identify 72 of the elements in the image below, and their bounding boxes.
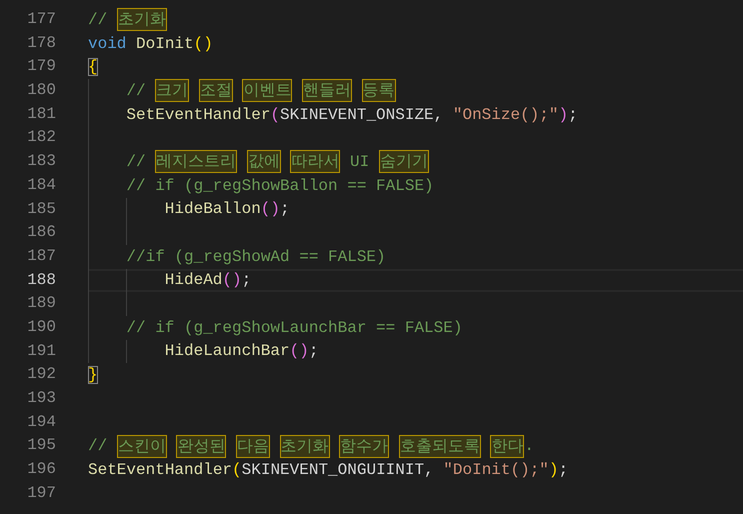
line-number: 192 <box>26 364 56 386</box>
code-text: ; <box>308 342 318 360</box>
bracket: () <box>290 342 309 360</box>
bracket: ( <box>270 106 280 124</box>
bracket: () <box>260 200 280 218</box>
line-number: 177 <box>26 9 56 30</box>
line-number: 178 <box>26 32 56 54</box>
line-number: 187 <box>26 246 56 267</box>
bracket: () <box>222 271 242 290</box>
comment-text: // <box>126 152 147 171</box>
highlighted-word: 함수가 <box>339 434 390 458</box>
comment-text: // <box>88 437 108 456</box>
line-number: 191 <box>26 340 56 362</box>
highlighted-word: 초기화 <box>280 434 330 458</box>
highlighted-word: 등록 <box>362 79 396 102</box>
comment-text: // if (g_regShowBallon == FALSE) <box>126 176 434 195</box>
comment-text: //if (g_regShowAd == FALSE) <box>126 248 386 266</box>
bracket: ) <box>558 106 568 124</box>
line-number: 195 <box>26 435 56 456</box>
comment-text: // if (g_regShowLaunchBar == FALSE) <box>126 318 462 337</box>
line-number: 196 <box>26 459 56 480</box>
highlighted-word: 숨기기 <box>378 150 429 174</box>
highlighted-word: 이벤트 <box>242 79 292 102</box>
bracket: () <box>194 34 213 53</box>
highlighted-word: 완성된 <box>176 434 226 458</box>
brace: } <box>88 366 98 384</box>
highlighted-word: 크기 <box>155 79 190 102</box>
highlighted-word: 값에 <box>246 150 281 174</box>
function-name: HideAd <box>164 271 222 290</box>
highlighted-word: 레지스트리 <box>155 150 238 174</box>
brace: { <box>88 58 98 76</box>
highlighted-word: 호출되도록 <box>398 434 481 458</box>
line-number: 189 <box>26 293 56 314</box>
line-number: 197 <box>26 482 56 504</box>
highlighted-word: 조절 <box>198 79 233 102</box>
code-text: ; <box>242 271 252 290</box>
line-number: 190 <box>26 316 56 338</box>
code-text: ; <box>558 460 568 479</box>
highlighted-word: 핸들러 <box>302 79 352 102</box>
line-number: 188 <box>26 270 56 291</box>
function-name: HideLaunchBar <box>164 342 290 360</box>
line-number: 185 <box>26 198 56 220</box>
line-number: 193 <box>26 388 56 409</box>
keyword: void <box>88 34 128 53</box>
code-text: SKINEVENT_ONGUIINIT, <box>242 460 435 479</box>
function-name: DoInit <box>136 34 194 53</box>
function-name: SetEventHandler <box>88 460 232 479</box>
highlighted-word: 초기화 <box>116 8 167 32</box>
line-number: 182 <box>26 127 56 148</box>
highlighted-word: 따라서 <box>290 150 340 174</box>
bracket: ) <box>548 460 559 479</box>
comment-text: . <box>524 437 534 456</box>
highlighted-word: 다음 <box>236 434 270 458</box>
string-literal: "OnSize();" <box>452 106 558 124</box>
highlighted-word: 스킨이 <box>116 434 167 458</box>
line-number: 180 <box>26 80 56 102</box>
code-text: SKINEVENT_ONSIZE, <box>280 106 444 124</box>
comment-text: // <box>126 82 147 100</box>
line-number: 183 <box>26 151 56 172</box>
line-number: 184 <box>26 174 56 196</box>
comment-text: UI <box>348 152 370 171</box>
line-number: 186 <box>26 222 56 244</box>
function-name: SetEventHandler <box>126 106 270 124</box>
comment-text: // <box>88 10 108 29</box>
line-number: 194 <box>26 412 56 433</box>
function-name: HideBallon <box>164 200 261 218</box>
string-literal: "DoInit();" <box>443 460 549 479</box>
bracket: ( <box>232 460 242 479</box>
code-text: ; <box>280 200 290 218</box>
line-number: 179 <box>26 56 56 78</box>
line-number: 181 <box>26 104 56 125</box>
code-text: ; <box>568 106 578 124</box>
